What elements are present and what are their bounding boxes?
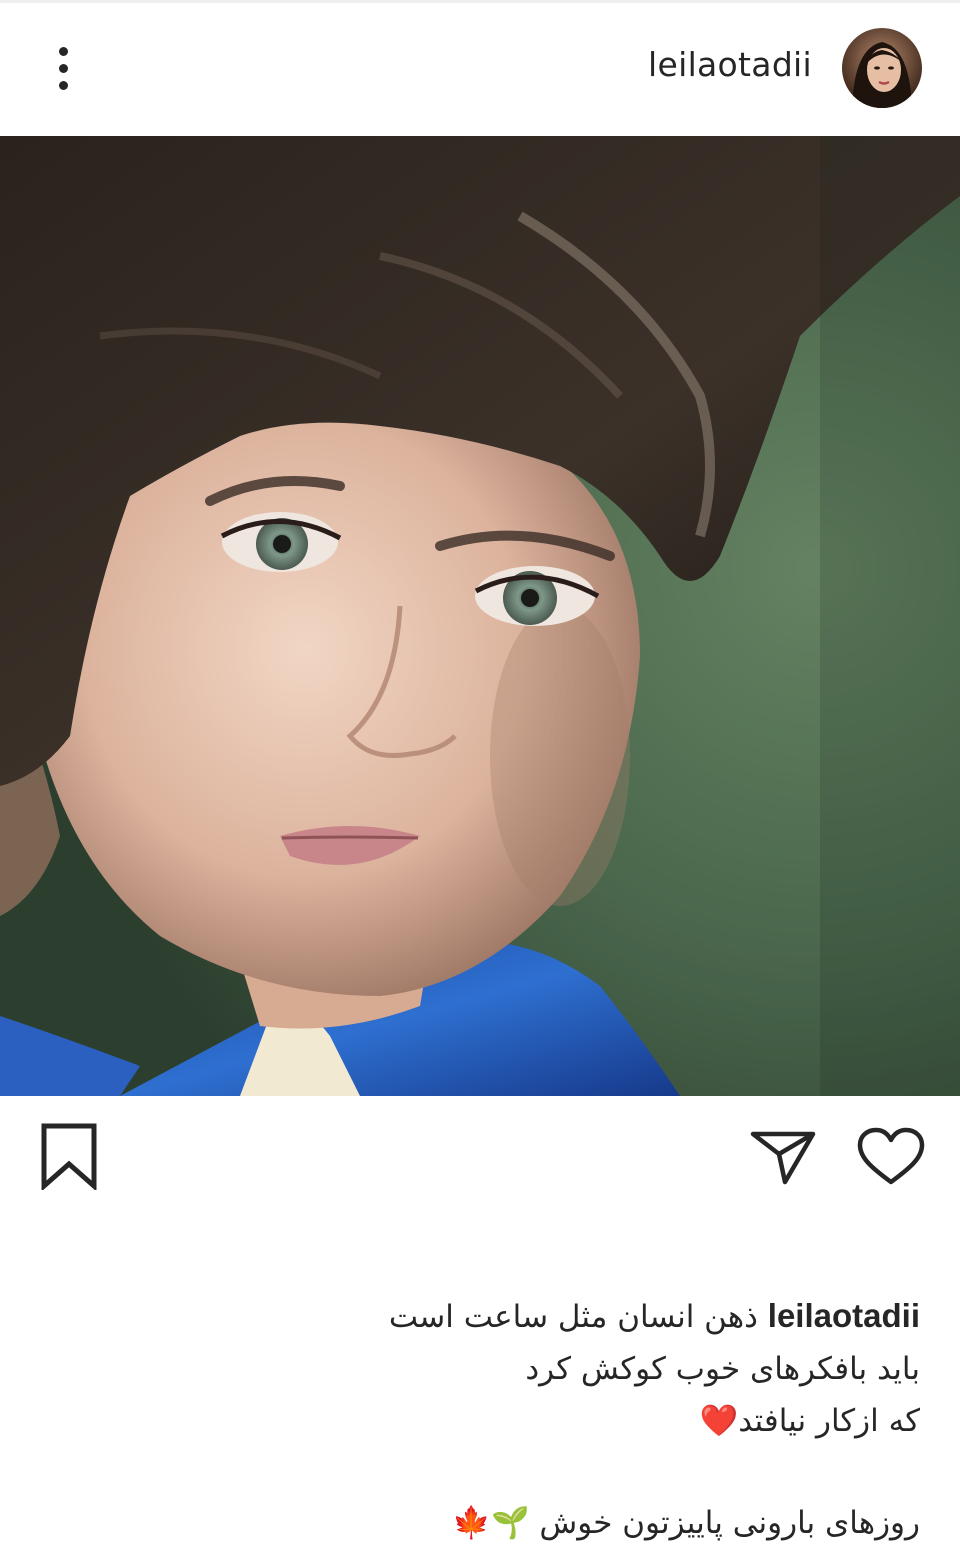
caption-text-1: ذهن انسان مثل ساعت است <box>388 1299 758 1335</box>
caption-line-3: که ازکار نیافتد‌❤️ <box>699 1403 920 1439</box>
post-username[interactable]: leilaotadii <box>648 45 812 84</box>
post-header: leilaotadii <box>0 3 960 136</box>
more-options-icon[interactable] <box>40 33 88 103</box>
post-image[interactable] <box>0 136 960 1096</box>
post-caption: leilaotadii ذهن انسان مثل ساعت است باید … <box>40 1290 920 1549</box>
send-icon[interactable] <box>748 1126 818 1192</box>
caption-line-2: باید بافکرهای خوب کوکش کرد <box>525 1351 920 1387</box>
heart-icon[interactable] <box>856 1126 926 1192</box>
caption-line-4: روزهای بارونی پاییزتون خوش 🌱🍁 <box>452 1505 920 1541</box>
avatar[interactable] <box>842 28 922 108</box>
bookmark-icon[interactable] <box>40 1122 100 1194</box>
caption-username[interactable]: leilaotadii <box>768 1297 920 1334</box>
post-actions-bar <box>0 1096 960 1216</box>
caption-line-1: leilaotadii ذهن انسان مثل ساعت است <box>40 1290 920 1343</box>
